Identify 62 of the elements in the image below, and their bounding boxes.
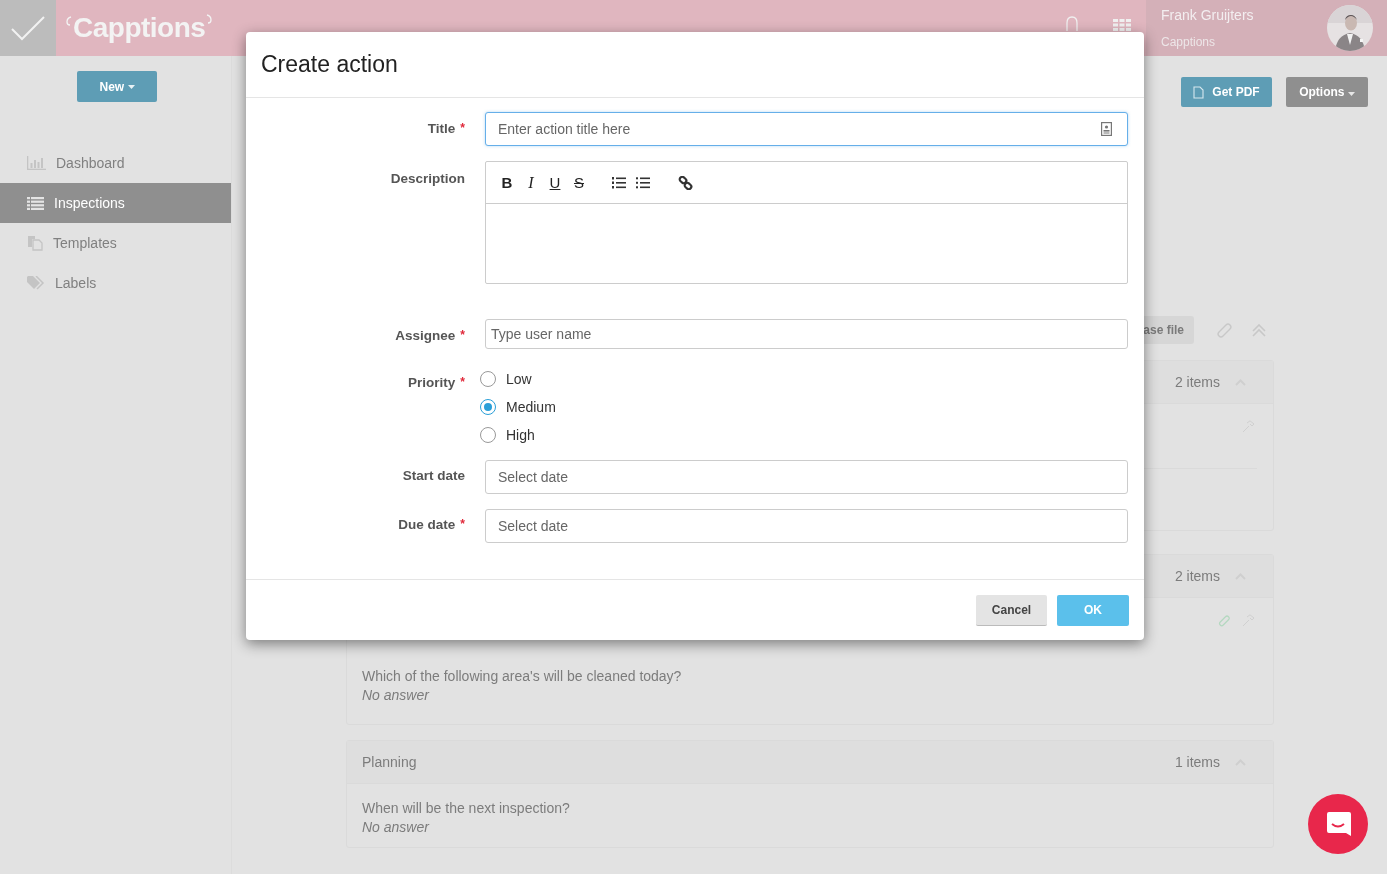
grid-icon[interactable] — [1113, 19, 1131, 31]
item-count: 2 items — [1174, 568, 1220, 584]
field-label: Start date — [402, 468, 465, 483]
caret-icon — [1347, 92, 1355, 96]
assignee-field[interactable]: Type user name — [485, 319, 1128, 349]
get-pdf-button[interactable]: Get PDF — [1181, 77, 1272, 107]
bar-chart-icon — [27, 156, 46, 170]
answer-text: No answer — [362, 687, 429, 703]
checkmark-icon — [10, 15, 46, 41]
list-icon — [27, 196, 44, 210]
sidebar-item[interactable]: Labels — [0, 263, 231, 303]
dialog-title: Create action — [261, 51, 398, 78]
answer-text: No answer — [362, 819, 429, 835]
required-mark: * — [460, 517, 465, 531]
rich-text-editor[interactable]: B I U S — [485, 161, 1128, 284]
section-title: Planning — [362, 754, 417, 770]
quote-icon — [206, 14, 213, 24]
title-field[interactable]: Enter action title here — [485, 112, 1128, 146]
copy-icon — [27, 235, 43, 251]
collapse-all-icon[interactable] — [1252, 323, 1266, 337]
sidebar-item[interactable]: Dashboard — [0, 143, 231, 183]
tag-icon — [27, 276, 45, 290]
bold-button[interactable]: B — [500, 174, 514, 191]
italic-button[interactable]: I — [524, 173, 538, 192]
radio-label[interactable]: Low — [506, 371, 532, 387]
quote-icon — [66, 16, 72, 26]
radio-label[interactable]: Medium — [506, 399, 556, 415]
question-text: Which of the following area's will be cleaned today? — [362, 668, 682, 684]
paperclip-icon[interactable] — [1216, 322, 1232, 338]
strike-button[interactable]: S — [572, 174, 586, 191]
new-button[interactable]: New — [77, 71, 157, 102]
contact-card-icon[interactable] — [1101, 122, 1112, 136]
field-label: Priority — [408, 375, 456, 390]
question-text: When will be the next inspection? — [362, 800, 570, 816]
required-mark: * — [460, 328, 465, 342]
radio-label[interactable]: High — [506, 427, 535, 443]
required-mark: * — [460, 375, 465, 389]
bulleted-list-icon[interactable] — [636, 176, 650, 189]
logo[interactable]: Capptions — [73, 12, 206, 44]
cancel-button[interactable]: Cancel — [976, 594, 1047, 626]
ok-button[interactable]: OK — [1057, 594, 1129, 626]
field-label: Description — [390, 171, 465, 186]
sidebar-item[interactable]: Templates — [0, 223, 231, 263]
document-icon — [1193, 85, 1205, 99]
item-count: 1 items — [1174, 754, 1220, 770]
caret-icon — [127, 85, 135, 90]
field-label: Due date — [398, 517, 456, 532]
bell-icon[interactable] — [1065, 16, 1079, 32]
options-button[interactable]: Options — [1286, 77, 1368, 107]
field-label: Title — [427, 121, 456, 136]
date-field[interactable]: Select date — [485, 509, 1128, 543]
numbered-list-icon[interactable] — [612, 176, 626, 189]
user-name: Frank Gruijters — [1161, 7, 1254, 23]
sidebar-item[interactable]: Inspections — [0, 183, 231, 223]
paperclip-icon[interactable] — [1218, 614, 1230, 627]
chat-button[interactable] — [1308, 794, 1368, 854]
field-label: Assignee — [395, 328, 456, 343]
item-count: 2 items — [1174, 374, 1220, 390]
date-field[interactable]: Select date — [485, 460, 1128, 494]
link-icon[interactable] — [678, 175, 693, 190]
underline-button[interactable]: U — [548, 174, 562, 191]
required-mark: * — [460, 121, 465, 135]
